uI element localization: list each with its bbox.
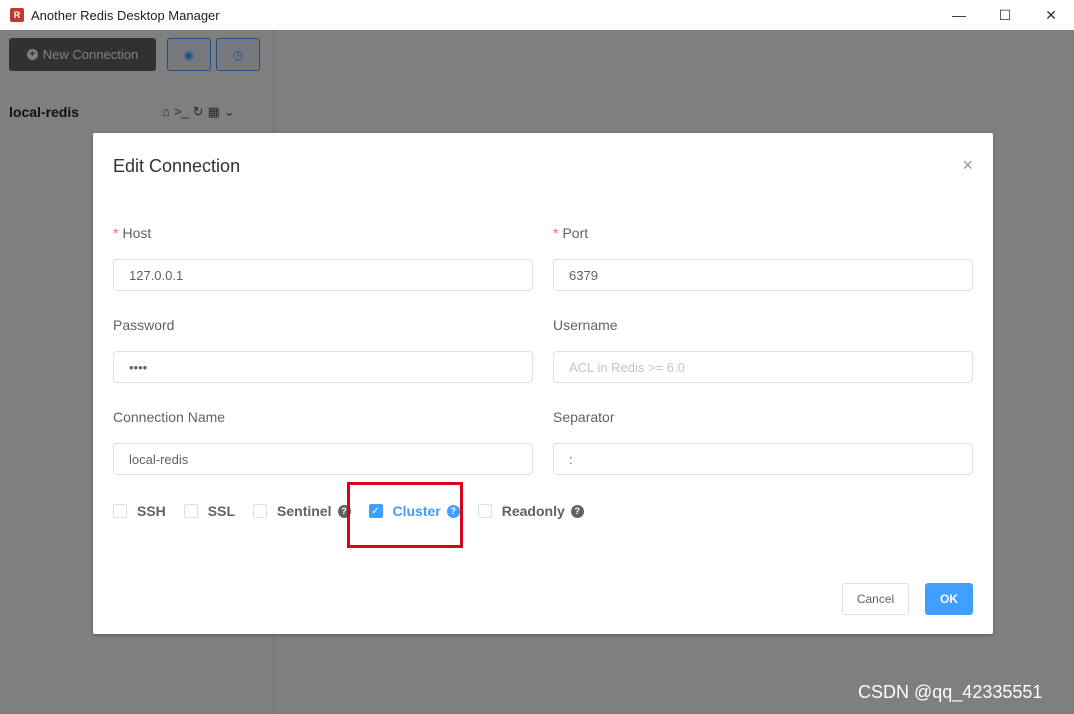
edit-connection-dialog: Edit Connection × * Host 127.0.0.1 * Port … (93, 133, 993, 634)
password-label: Password (113, 317, 175, 333)
checkbox-box[interactable] (253, 504, 268, 518)
title-bar: R Another Redis Desktop Manager — ☐ ✕ (0, 0, 1074, 30)
close-window-button[interactable]: ✕ (1028, 0, 1074, 30)
question-icon[interactable]: ? (570, 504, 584, 518)
ok-button[interactable]: OK (925, 583, 973, 615)
minimize-button[interactable]: — (936, 0, 982, 30)
maximize-button[interactable]: ☐ (982, 0, 1028, 30)
connection-name-input[interactable]: local-redis (113, 443, 533, 475)
password-input[interactable]: •••• (113, 351, 533, 383)
window-title: Another Redis Desktop Manager (31, 7, 220, 23)
watermark: CSDN @qq_42335551 (858, 682, 1043, 702)
username-label: Username (553, 317, 618, 333)
port-label: * Port (553, 225, 589, 241)
connection-name-label: Connection Name (113, 409, 226, 425)
checkbox-box[interactable] (477, 504, 492, 518)
separator-label: Separator (553, 409, 615, 425)
ssl-checkbox[interactable]: SSL (183, 503, 235, 519)
host-label: * Host (113, 225, 152, 241)
checkbox-box[interactable] (113, 504, 127, 518)
dialog-close-icon[interactable]: × (962, 155, 973, 176)
readonly-checkbox[interactable]: Readonly ? (477, 503, 584, 519)
window-controls: — ☐ ✕ (936, 0, 1074, 30)
dialog-title: Edit Connection (113, 156, 241, 176)
required-mark: * (553, 225, 559, 241)
checkbox-box[interactable] (183, 504, 198, 518)
separator-input[interactable]: : (553, 443, 973, 475)
port-input[interactable]: 6379 (553, 259, 973, 291)
ssh-checkbox[interactable]: SSH (113, 503, 166, 519)
host-input[interactable]: 127.0.0.1 (113, 259, 533, 291)
cancel-button[interactable]: Cancel (842, 583, 909, 615)
required-mark: * (113, 225, 119, 241)
username-input[interactable]: ACL in Redis >= 6.0 (553, 351, 973, 383)
annotation-highlight-box (347, 482, 463, 548)
sentinel-checkbox[interactable]: Sentinel ? (253, 503, 351, 519)
app-logo-icon: R (10, 8, 24, 22)
